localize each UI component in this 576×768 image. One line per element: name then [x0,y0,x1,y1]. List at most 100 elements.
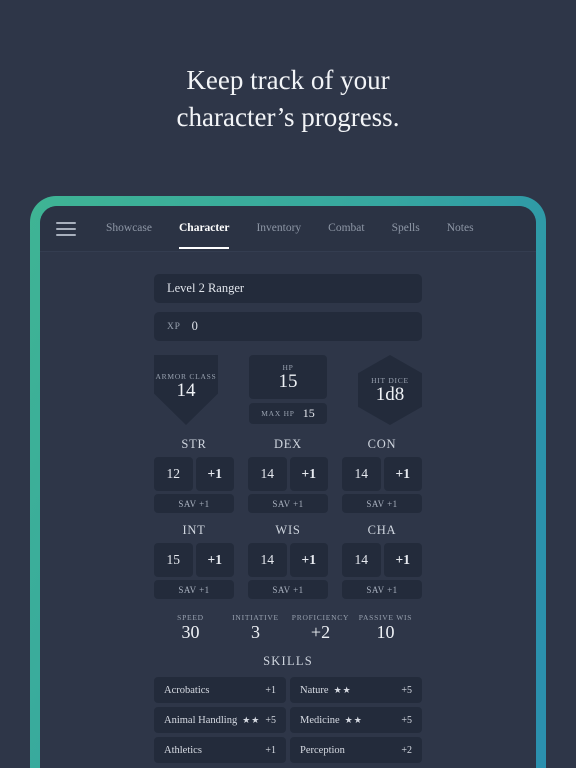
ability-save[interactable]: SAV +1 [248,494,328,513]
tab-combat[interactable]: Combat [328,222,364,236]
xp-value: 0 [191,319,198,333]
ability-modifier[interactable]: +1 [195,543,234,577]
tab-showcase[interactable]: Showcase [106,222,152,236]
ability-name: STR [181,437,207,451]
ability-dex: DEX 14 +1 SAV +1 [248,437,328,513]
ability-score[interactable]: 14 [342,457,381,491]
skill-name: Medicine [300,714,340,726]
ability-save[interactable]: SAV +1 [154,494,234,513]
skill-perception[interactable]: Perception +2 [290,737,422,763]
headline-line-2: character’s progress. [176,102,400,132]
ability-name: CON [367,437,397,451]
stat-passive-wis[interactable]: PASSIVE WIS 10 [353,613,418,643]
skills-heading: SKILLS [263,654,313,668]
ability-int: INT 15 +1 SAV +1 [154,523,234,599]
tab-notes[interactable]: Notes [447,222,474,236]
ability-modifier[interactable]: +1 [289,543,328,577]
ability-save[interactable]: SAV +1 [342,580,422,599]
hamburger-icon[interactable] [56,221,76,236]
stat-label: PROFICIENCY [291,613,350,622]
page-title: Keep track of your character’s progress. [0,62,576,136]
hp-box[interactable]: HP 15 [249,355,327,399]
xp-field[interactable]: XP 0 [154,312,422,341]
stat-label: INITIATIVE [232,613,279,622]
max-hp-label: MAX HP [261,409,295,418]
ability-modifier[interactable]: +1 [195,457,234,491]
headline-line-1: Keep track of your [186,65,390,95]
ability-str: STR 12 +1 SAV +1 [154,437,234,513]
ability-row-physical: STR 12 +1 SAV +1 DEX 14 +1 SAV +1 CON 14… [154,437,422,513]
hit-dice-value: 1d8 [375,383,405,405]
promo-screenshot: Keep track of your character’s progress.… [0,0,576,768]
ability-save[interactable]: SAV +1 [342,494,422,513]
tablet-device-frame: Showcase Character Inventory Combat Spel… [30,196,546,768]
stat-proficiency[interactable]: PROFICIENCY +2 [288,613,353,643]
armor-class-value: 14 [176,380,196,401]
skill-animal-handling[interactable]: Animal Handling ★★ +5 [154,707,286,733]
hit-dice-hexagon[interactable]: HIT DICE 1d8 [358,355,422,425]
max-hp-value: 15 [302,406,315,420]
skill-value: +5 [401,714,412,726]
skill-proficiency-stars: ★★ [344,714,363,725]
skills-grid: Acrobatics +1 Nature ★★ +5 Animal Handli… [154,677,422,763]
stat-label: PASSIVE WIS [358,613,413,622]
ability-scores: STR 12 +1 SAV +1 DEX 14 +1 SAV +1 CON 14… [154,437,422,599]
stat-initiative[interactable]: INITIATIVE 3 [223,613,288,643]
stat-value: 10 [376,622,395,642]
skill-name: Animal Handling [164,714,238,726]
xp-label: XP [167,321,181,332]
armor-class-shield[interactable]: ARMOR CLASS 14 [154,355,218,425]
skill-value: +1 [265,744,276,756]
tab-inventory[interactable]: Inventory [256,222,301,236]
character-title-field[interactable]: Level 2 Ranger [154,274,422,303]
skill-value: +5 [401,684,412,696]
ability-row-mental: INT 15 +1 SAV +1 WIS 14 +1 SAV +1 CHA 14… [154,523,422,599]
ability-con: CON 14 +1 SAV +1 [342,437,422,513]
hp-value: 15 [278,370,298,392]
ability-name: INT [182,523,206,537]
skill-proficiency-stars: ★★ [242,714,261,725]
skill-value: +1 [265,684,276,696]
ability-score[interactable]: 14 [342,543,381,577]
skill-value: +2 [401,744,412,756]
ability-score[interactable]: 15 [154,543,193,577]
skill-name: Perception [300,744,345,756]
skill-name: Nature [300,684,329,696]
stat-value: 30 [181,622,200,642]
ability-save[interactable]: SAV +1 [154,580,234,599]
ability-modifier[interactable]: +1 [383,457,422,491]
ability-name: CHA [367,523,397,537]
skill-nature[interactable]: Nature ★★ +5 [290,677,422,703]
stat-value: 3 [251,622,260,642]
stat-speed[interactable]: SPEED 30 [158,613,223,643]
ability-score[interactable]: 14 [248,457,287,491]
character-title-value: Level 2 Ranger [167,281,245,295]
tab-spells[interactable]: Spells [392,222,420,236]
app-screen: Showcase Character Inventory Combat Spel… [40,206,536,768]
combat-stats-row: SPEED 30 INITIATIVE 3 PROFICIENCY +2 PAS… [154,613,422,643]
ability-cha: CHA 14 +1 SAV +1 [342,523,422,599]
stat-label: SPEED [177,613,204,622]
skill-athletics[interactable]: Athletics +1 [154,737,286,763]
ability-save[interactable]: SAV +1 [248,580,328,599]
ability-score[interactable]: 12 [154,457,193,491]
skill-acrobatics[interactable]: Acrobatics +1 [154,677,286,703]
skill-name: Athletics [164,744,202,756]
ability-modifier[interactable]: +1 [289,457,328,491]
app-navbar: Showcase Character Inventory Combat Spel… [40,206,536,252]
max-hp-box[interactable]: MAX HP 15 [249,403,327,424]
nav-tabs: Showcase Character Inventory Combat Spel… [106,222,474,249]
stat-value: +2 [310,622,331,642]
hit-points-group: HP 15 MAX HP 15 [249,355,327,424]
skill-medicine[interactable]: Medicine ★★ +5 [290,707,422,733]
skill-proficiency-stars: ★★ [333,684,352,695]
ability-name: WIS [275,523,301,537]
character-sheet: Level 2 Ranger XP 0 ARMOR CLASS 14 HP 15… [40,252,536,763]
ability-name: DEX [274,437,302,451]
ability-score[interactable]: 14 [248,543,287,577]
tab-character[interactable]: Character [179,222,230,249]
skill-name: Acrobatics [164,684,210,696]
ability-modifier[interactable]: +1 [383,543,422,577]
vitals-row: ARMOR CLASS 14 HP 15 MAX HP 15 HIT DICE … [154,355,422,427]
skill-value: +5 [265,714,276,726]
